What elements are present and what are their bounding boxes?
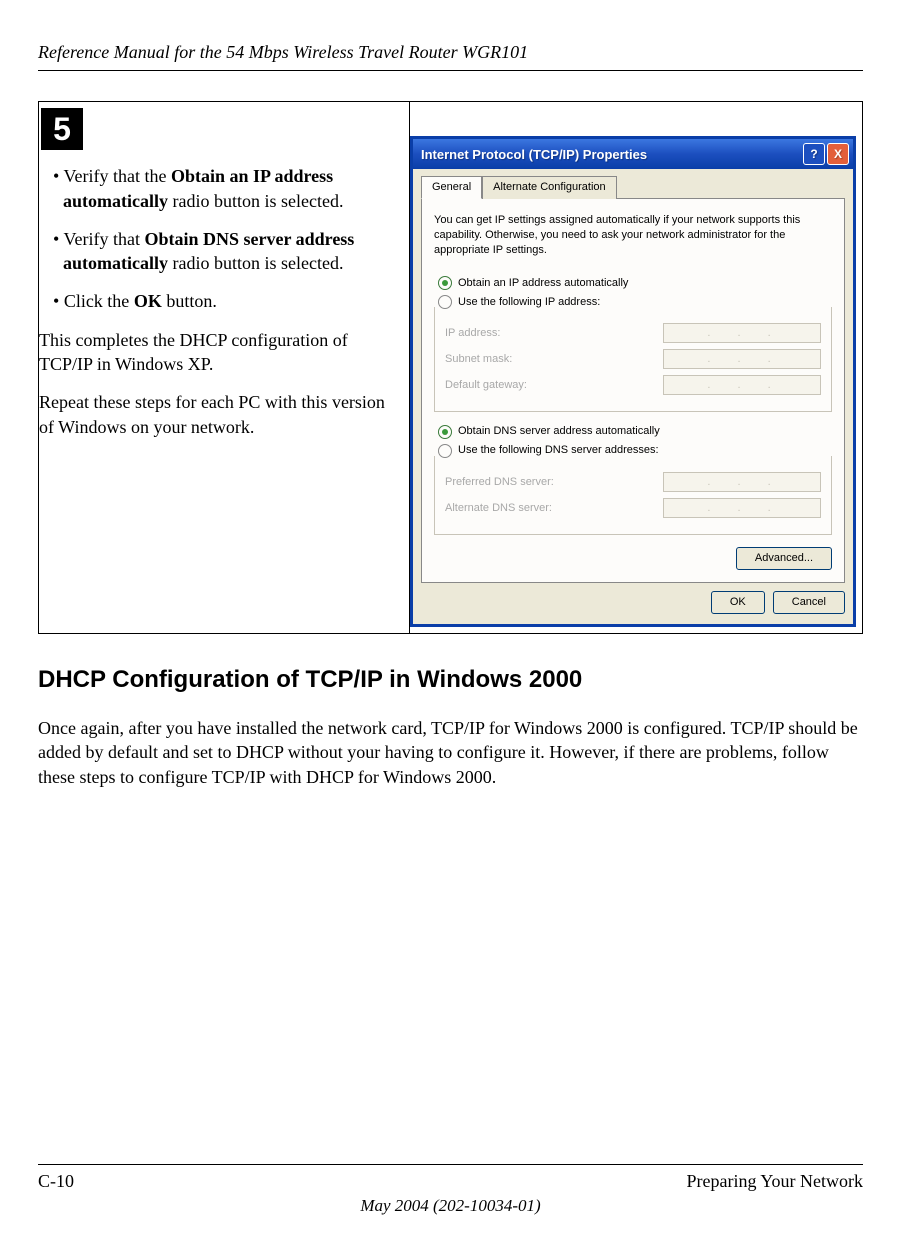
radio-label: Use the following IP address: <box>458 295 600 310</box>
running-header: Reference Manual for the 54 Mbps Wireles… <box>38 40 863 71</box>
body-text: Repeat these steps for each PC with this… <box>39 390 403 439</box>
dialog-tabs: General Alternate Configuration <box>421 175 845 198</box>
step-text-cell: 5 • Verify that the Obtain an IP address… <box>39 102 410 633</box>
subnet-mask-label: Subnet mask: <box>445 352 512 367</box>
cancel-button[interactable]: Cancel <box>773 591 845 614</box>
radio-icon <box>438 425 452 439</box>
ip-address-field: . . . <box>663 323 821 343</box>
preferred-dns-label: Preferred DNS server: <box>445 475 554 490</box>
radio-icon <box>438 295 452 309</box>
section-paragraph: Once again, after you have installed the… <box>38 716 863 789</box>
footer-date: May 2004 (202-10034-01) <box>38 1195 863 1218</box>
default-gateway-label: Default gateway: <box>445 378 527 393</box>
radio-label: Obtain DNS server address automatically <box>458 424 660 439</box>
advanced-button[interactable]: Advanced... <box>736 547 832 570</box>
radio-icon <box>438 444 452 458</box>
alternate-dns-field: . . . <box>663 498 821 518</box>
page-footer: C-10 Preparing Your Network May 2004 (20… <box>38 1164 863 1218</box>
tab-general[interactable]: General <box>421 176 482 199</box>
radio-obtain-ip-automatically[interactable]: Obtain an IP address automatically <box>438 276 832 291</box>
bullet-list: • Verify that the Obtain an IP address a… <box>53 164 403 313</box>
body-text: This completes the DHCP configuration of… <box>39 328 403 377</box>
ok-button[interactable]: OK <box>711 591 765 614</box>
page-number: C-10 <box>38 1169 74 1193</box>
bullet-item: • Verify that Obtain DNS server address … <box>63 227 403 276</box>
bullet-item: • Click the OK button. <box>63 289 403 313</box>
bullet-item: • Verify that the Obtain an IP address a… <box>63 164 403 213</box>
preferred-dns-field: . . . <box>663 472 821 492</box>
step-number-badge: 5 <box>41 108 83 150</box>
screenshot-cell: Internet Protocol (TCP/IP) Properties ? … <box>410 102 863 633</box>
default-gateway-field: . . . <box>663 375 821 395</box>
alternate-dns-label: Alternate DNS server: <box>445 501 552 516</box>
dialog-title: Internet Protocol (TCP/IP) Properties <box>421 146 647 164</box>
ip-address-label: IP address: <box>445 326 500 341</box>
dialog-titlebar: Internet Protocol (TCP/IP) Properties ? … <box>413 139 853 169</box>
radio-icon <box>438 276 452 290</box>
subnet-mask-field: . . . <box>663 349 821 369</box>
footer-section-title: Preparing Your Network <box>687 1169 863 1193</box>
step-table: 5 • Verify that the Obtain an IP address… <box>38 101 863 633</box>
tab-alternate-configuration[interactable]: Alternate Configuration <box>482 176 617 199</box>
tcpip-properties-dialog: Internet Protocol (TCP/IP) Properties ? … <box>410 136 856 626</box>
section-heading: DHCP Configuration of TCP/IP in Windows … <box>38 664 863 696</box>
close-button[interactable]: X <box>827 143 849 165</box>
tab-panel-general: You can get IP settings assigned automat… <box>421 198 845 583</box>
help-button[interactable]: ? <box>803 143 825 165</box>
radio-label: Obtain an IP address automatically <box>458 276 628 291</box>
info-text: You can get IP settings assigned automat… <box>434 213 832 258</box>
radio-obtain-dns-automatically[interactable]: Obtain DNS server address automatically <box>438 424 832 439</box>
radio-label: Use the following DNS server addresses: <box>458 443 659 458</box>
